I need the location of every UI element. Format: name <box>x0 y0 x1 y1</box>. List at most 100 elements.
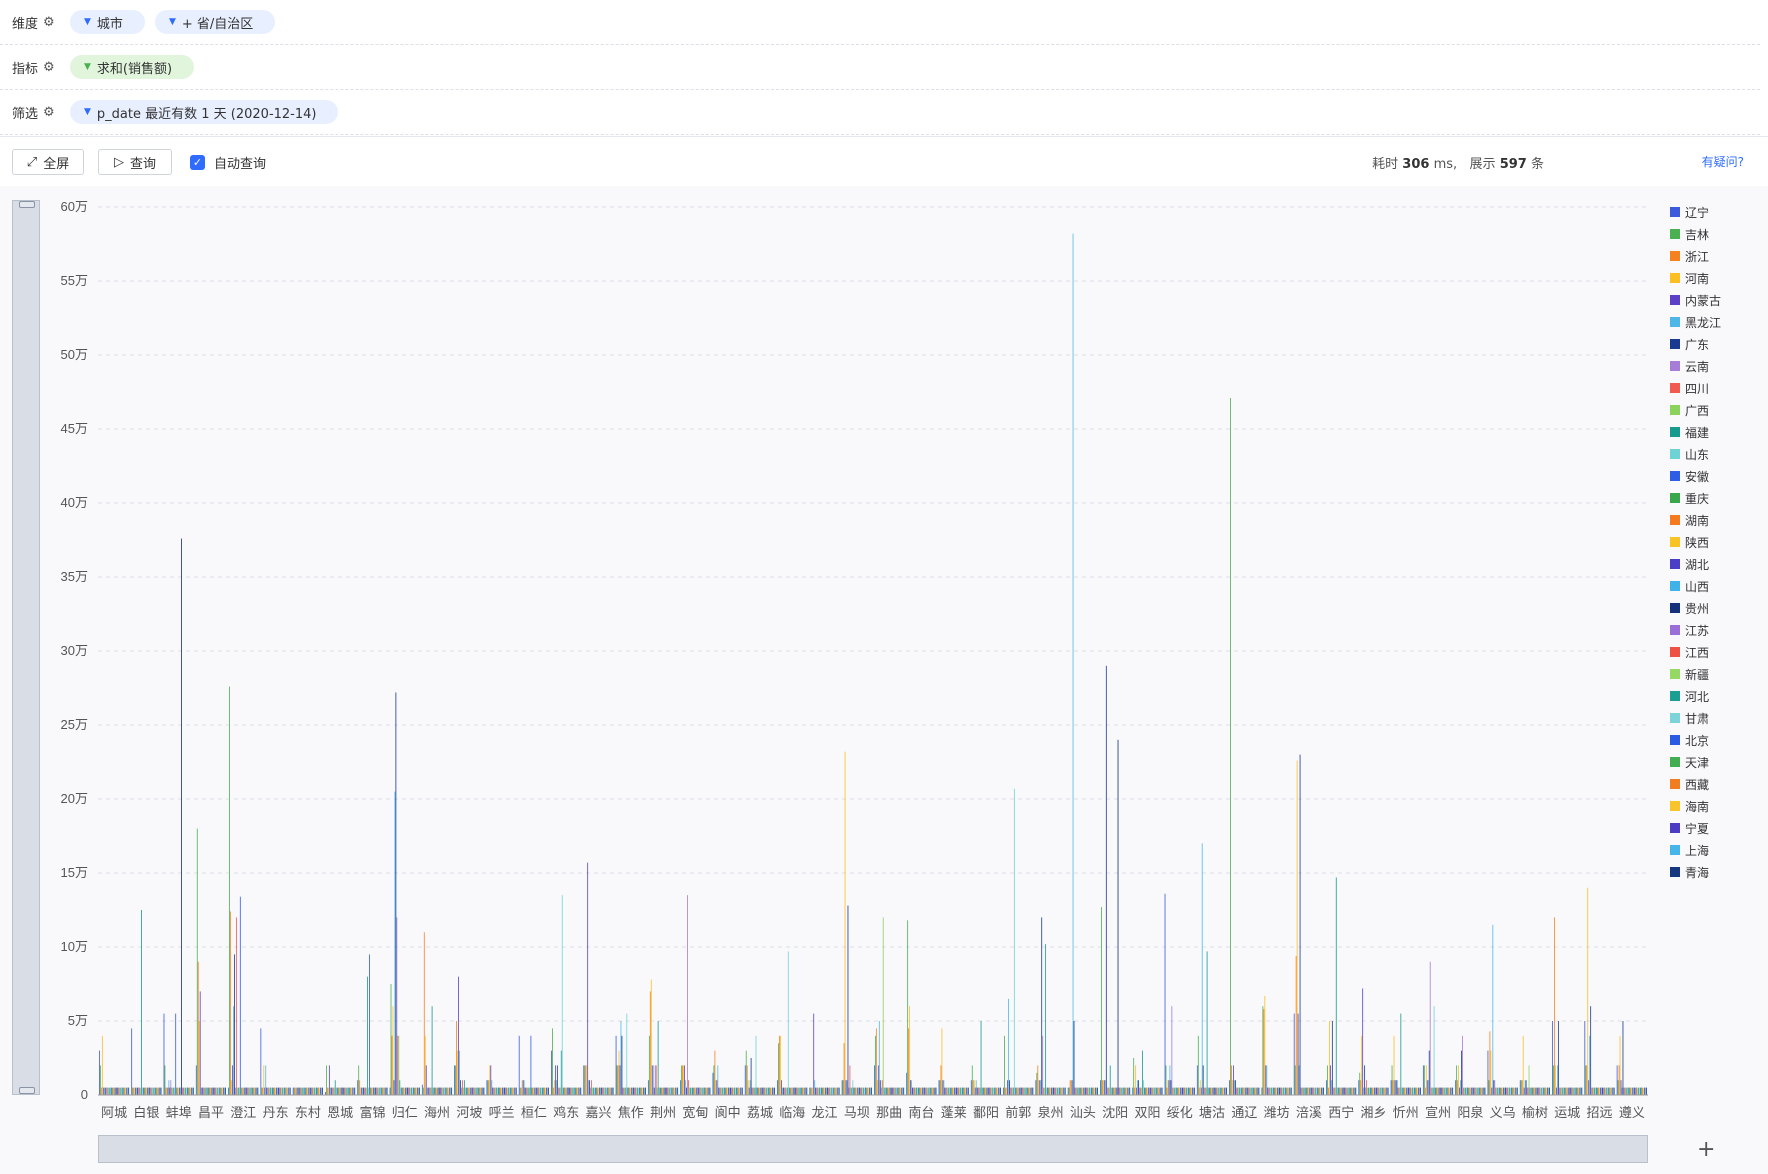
query-button[interactable]: ▷ 查询 <box>98 149 172 175</box>
legend-item[interactable]: 云南 <box>1670 355 1721 377</box>
time-ms: 306 <box>1402 157 1430 172</box>
legend-swatch <box>1670 581 1680 591</box>
legend-item[interactable]: 宁夏 <box>1670 817 1721 839</box>
legend-item[interactable]: 辽宁 <box>1670 201 1721 223</box>
legend-item[interactable]: 湖北 <box>1670 553 1721 575</box>
legend-item[interactable]: 河南 <box>1670 267 1721 289</box>
legend-swatch <box>1670 669 1680 679</box>
legend-label: 安徽 <box>1685 469 1710 484</box>
dimension-pill-city[interactable]: ▼ 城市 <box>70 10 145 34</box>
legend-item[interactable]: 北京 <box>1670 729 1721 751</box>
auto-query-checkbox[interactable]: ✓ <box>190 155 205 170</box>
legend-swatch <box>1670 845 1680 855</box>
legend-item[interactable]: 广西 <box>1670 399 1721 421</box>
play-icon: ▷ <box>113 154 124 170</box>
legend-item[interactable]: 江苏 <box>1670 619 1721 641</box>
legend-item[interactable]: 四川 <box>1670 377 1721 399</box>
legend-item[interactable]: 内蒙古 <box>1670 289 1721 311</box>
legend-item[interactable]: 山西 <box>1670 575 1721 597</box>
metric-pill-sales-sum[interactable]: ▼ 求和(销售额) <box>70 55 195 79</box>
legend-swatch <box>1670 735 1680 745</box>
metric-row: 指标 ⚙ ▼ 求和(销售额) <box>0 45 1760 90</box>
legend-item[interactable]: 青海 <box>1670 861 1721 883</box>
legend-label: 宁夏 <box>1685 821 1710 836</box>
y-zoom-slider[interactable] <box>12 200 40 1095</box>
legend-item[interactable]: 江西 <box>1670 641 1721 663</box>
metric-pill-label: 求和(销售额) <box>96 61 173 77</box>
legend-label: 新疆 <box>1685 667 1710 682</box>
y-zoom-handle-top[interactable] <box>19 201 35 208</box>
legend-item[interactable]: 福建 <box>1670 421 1721 443</box>
expand-icon: ⤢ <box>26 154 38 170</box>
legend-item[interactable]: 安徽 <box>1670 465 1721 487</box>
dimension-label-wrap: 维度 ⚙ <box>0 13 70 32</box>
legend-label: 内蒙古 <box>1685 293 1722 308</box>
legend-label: 山西 <box>1685 579 1710 594</box>
legend-item[interactable]: 广东 <box>1670 333 1721 355</box>
legend-label: 浙江 <box>1685 249 1710 264</box>
legend-swatch <box>1670 515 1680 525</box>
legend-label: 河南 <box>1685 271 1710 286</box>
dimension-row: 维度 ⚙ ▼ 城市 ▼ + 省/自治区 <box>0 0 1760 45</box>
legend-label: 贵州 <box>1685 601 1710 616</box>
x-zoom-slider[interactable] <box>98 1135 1648 1163</box>
legend-label: 上海 <box>1685 843 1710 858</box>
dimension-pill-province[interactable]: ▼ + 省/自治区 <box>154 10 276 34</box>
legend-item[interactable]: 湖南 <box>1670 509 1721 531</box>
metric-label-wrap: 指标 ⚙ <box>0 58 70 77</box>
gear-icon[interactable]: ⚙ <box>43 60 55 75</box>
legend-label: 辽宁 <box>1685 205 1710 220</box>
caret-down-icon: ▼ <box>168 17 176 27</box>
check-icon: ✓ <box>192 156 203 169</box>
legend-swatch <box>1670 823 1680 833</box>
y-zoom-handle-bottom[interactable] <box>19 1087 35 1094</box>
legend: 辽宁吉林浙江河南内蒙古黑龙江广东云南四川广西福建山东安徽重庆 湖南 陕西湖北山西贵州… <box>1670 201 1721 883</box>
query-label: 查询 <box>129 156 156 172</box>
legend-label: 四川 <box>1685 381 1710 396</box>
filter-label: 筛选 <box>12 106 39 122</box>
legend-label: 河北 <box>1685 689 1710 704</box>
legend-swatch <box>1670 559 1680 569</box>
legend-item[interactable]: 浙江 <box>1670 245 1721 267</box>
legend-item[interactable]: 甘肃 <box>1670 707 1721 729</box>
legend-label: 湖北 <box>1685 557 1710 572</box>
legend-item[interactable]: 黑龙江 <box>1670 311 1721 333</box>
gear-icon[interactable]: ⚙ <box>43 15 55 30</box>
legend-swatch <box>1670 713 1680 723</box>
legend-label: 黑龙江 <box>1685 315 1722 330</box>
legend-swatch <box>1670 339 1680 349</box>
filter-pill-date[interactable]: ▼ p_date 最近有数 1 天 (2020-12-14) <box>70 100 339 124</box>
legend-item[interactable]: 贵州 <box>1670 597 1721 619</box>
auto-query-label: 自动查询 <box>214 157 267 172</box>
legend-swatch <box>1670 427 1680 437</box>
legend-item[interactable]: 重庆 <box>1670 487 1721 509</box>
legend-item[interactable]: 吉林 <box>1670 223 1721 245</box>
legend-label: 海南 <box>1685 799 1710 814</box>
legend-label: 北京 <box>1685 733 1710 748</box>
fullscreen-label: 全屏 <box>43 156 70 172</box>
gear-icon[interactable]: ⚙ <box>43 105 55 120</box>
legend-swatch <box>1670 757 1680 767</box>
plus-icon[interactable]: + <box>1697 1137 1715 1162</box>
legend-item[interactable]: 河北 <box>1670 685 1721 707</box>
help-link[interactable]: 有疑问? <box>1702 153 1744 170</box>
legend-item[interactable]: 山东 <box>1670 443 1721 465</box>
legend-label: 甘肃 <box>1685 711 1710 726</box>
legend-item[interactable]: 天津 <box>1670 751 1721 773</box>
filter-label-wrap: 筛选 ⚙ <box>0 103 70 122</box>
legend-item[interactable]: 陕西 <box>1670 531 1721 553</box>
legend-label: 广东 <box>1685 337 1710 352</box>
legend-item[interactable]: 新疆 <box>1670 663 1721 685</box>
legend-item[interactable]: 西藏 <box>1670 773 1721 795</box>
legend-swatch <box>1670 647 1680 657</box>
legend-item[interactable]: 海南 <box>1670 795 1721 817</box>
legend-swatch <box>1670 537 1680 547</box>
legend-swatch <box>1670 361 1680 371</box>
legend-swatch <box>1670 625 1680 635</box>
fullscreen-button[interactable]: ⤢ 全屏 <box>12 149 84 175</box>
legend-label: 广西 <box>1685 403 1710 418</box>
legend-swatch <box>1670 207 1680 217</box>
legend-item[interactable]: 上海 <box>1670 839 1721 861</box>
legend-label: 山东 <box>1685 447 1710 462</box>
legend-label: 青海 <box>1685 865 1710 880</box>
